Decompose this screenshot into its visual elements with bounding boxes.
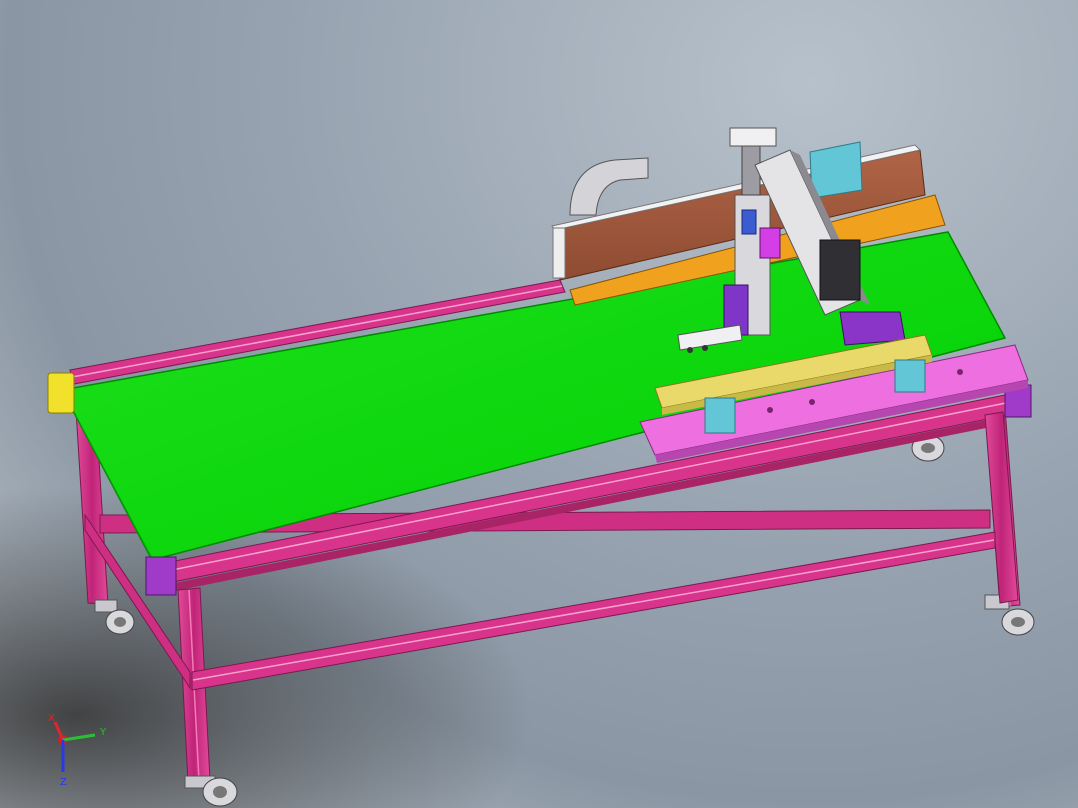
rail-support-right <box>894 359 926 393</box>
cable-carrier <box>569 157 649 216</box>
graphics-viewport[interactable]: X Y Z <box>0 0 1078 808</box>
triad-z-label: Z <box>60 777 67 788</box>
corner-block-front-left <box>145 556 177 596</box>
triad-x-label: X <box>48 713 55 724</box>
model-canvas[interactable]: X Y Z <box>0 0 1078 808</box>
rail-support-left <box>704 397 736 434</box>
triad-y-label: Y <box>99 727 107 738</box>
purple-bracket-right <box>839 311 906 346</box>
belt-end-cap-left <box>47 372 75 414</box>
magenta-bracket <box>759 227 781 259</box>
